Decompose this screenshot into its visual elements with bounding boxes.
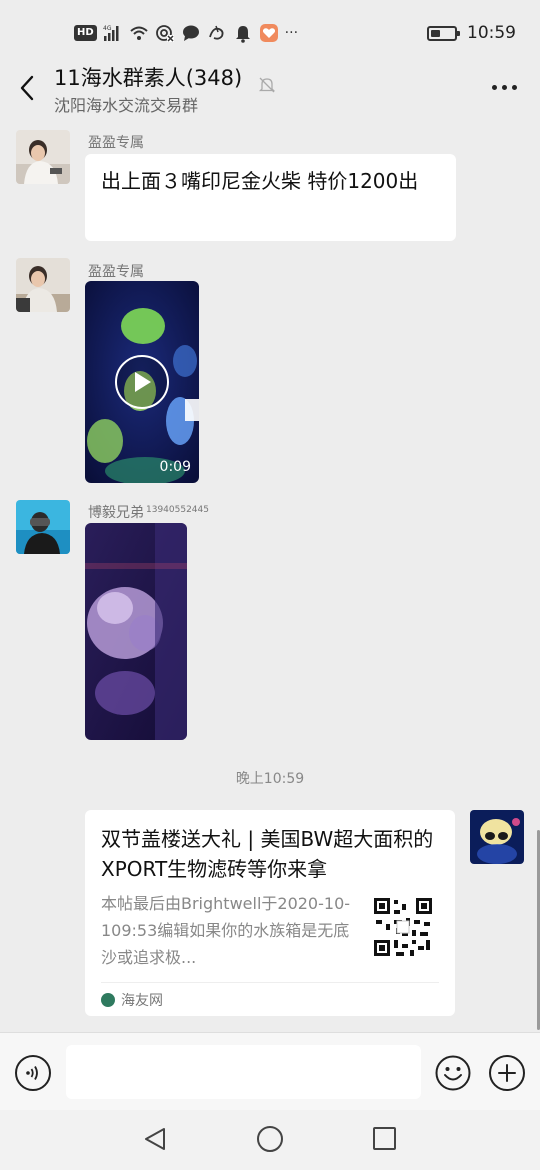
qr-code-icon — [372, 896, 434, 958]
my-avatar[interactable] — [470, 810, 524, 864]
message-bubble[interactable]: 出上面３嘴印尼金火柴 特价1200出 — [85, 154, 456, 241]
back-button[interactable] — [12, 70, 42, 106]
image-message[interactable] — [85, 523, 187, 740]
plus-icon — [498, 1064, 516, 1082]
wifi-icon — [129, 23, 149, 43]
chat-icon — [181, 23, 201, 43]
video-message[interactable]: 0:09 — [85, 281, 199, 483]
play-icon[interactable] — [115, 355, 169, 409]
avatar[interactable] — [16, 130, 70, 184]
link-card[interactable]: 双节盖楼送大礼 | 美国BW超大面积的XPORT生物滤砖等你来拿 本帖最后由Br… — [85, 810, 455, 1016]
link-card-divider — [101, 982, 439, 983]
status-icons-right: 10:59 — [427, 22, 516, 44]
bell-icon — [233, 23, 253, 43]
input-bar — [0, 1032, 540, 1110]
more-icon: ··· — [284, 25, 299, 41]
more-options-button[interactable] — [488, 76, 520, 98]
heart-app-icon — [259, 23, 279, 43]
status-bar: HD 4G ··· 10:59 — [0, 0, 540, 62]
system-nav-bar — [0, 1110, 540, 1170]
chat-header: 11海水群素人(348) 沈阳海水交流交易群 — [0, 62, 540, 118]
avatar[interactable] — [16, 500, 70, 554]
link-card-source-name: 海友网 — [121, 993, 163, 1009]
nav-back-icon[interactable] — [142, 1126, 168, 1152]
nav-recents-icon[interactable] — [373, 1127, 396, 1150]
status-time: 10:59 — [467, 23, 516, 43]
link-card-description: 本帖最后由Brightwell于2020-10-109:53编辑如果你的水族箱是… — [101, 894, 351, 967]
message-text: 出上面３嘴印尼金火柴 特价1200出 — [101, 169, 419, 193]
app-icon — [207, 23, 227, 43]
network-type-label: 4G — [103, 25, 112, 32]
avatar[interactable] — [16, 258, 70, 312]
mute-bell-icon — [258, 77, 276, 93]
link-card-title: 双节盖楼送大礼 | 美国BW超大面积的XPORT生物滤砖等你来拿 — [101, 827, 434, 881]
hotspot-icon — [155, 23, 175, 43]
chat-timestamp: 晚上10:59 — [235, 771, 305, 787]
nav-home-icon[interactable] — [257, 1126, 283, 1152]
hd-icon: HD — [74, 25, 97, 41]
sender-name: 盈盈专属 — [88, 135, 144, 151]
emoji-icon[interactable] — [435, 1055, 471, 1091]
chevron-left-icon — [20, 75, 34, 101]
image-thumbnail — [85, 523, 187, 740]
chat-title: 11海水群素人(348) — [54, 66, 243, 90]
voice-icon — [26, 1066, 38, 1080]
sender-name-text: 博毅兄弟 — [88, 505, 144, 521]
sender-number: 13940552445 — [146, 505, 209, 515]
link-card-source: 海友网 — [101, 990, 163, 1010]
chat-subtitle: 沈阳海水交流交易群 — [54, 96, 199, 115]
battery-icon — [427, 25, 460, 41]
video-duration: 0:09 — [159, 459, 191, 475]
sender-name: 盈盈专属 — [88, 264, 144, 280]
voice-input-button[interactable] — [15, 1055, 51, 1091]
status-icons-left: HD 4G ··· — [74, 22, 298, 44]
source-logo-icon — [101, 993, 115, 1007]
sender-name: 博毅兄弟 13940552445 — [88, 502, 209, 522]
message-input[interactable] — [66, 1045, 421, 1099]
battery-level — [431, 29, 441, 37]
signal-icon: 4G — [103, 23, 123, 43]
plus-button[interactable] — [489, 1055, 525, 1091]
